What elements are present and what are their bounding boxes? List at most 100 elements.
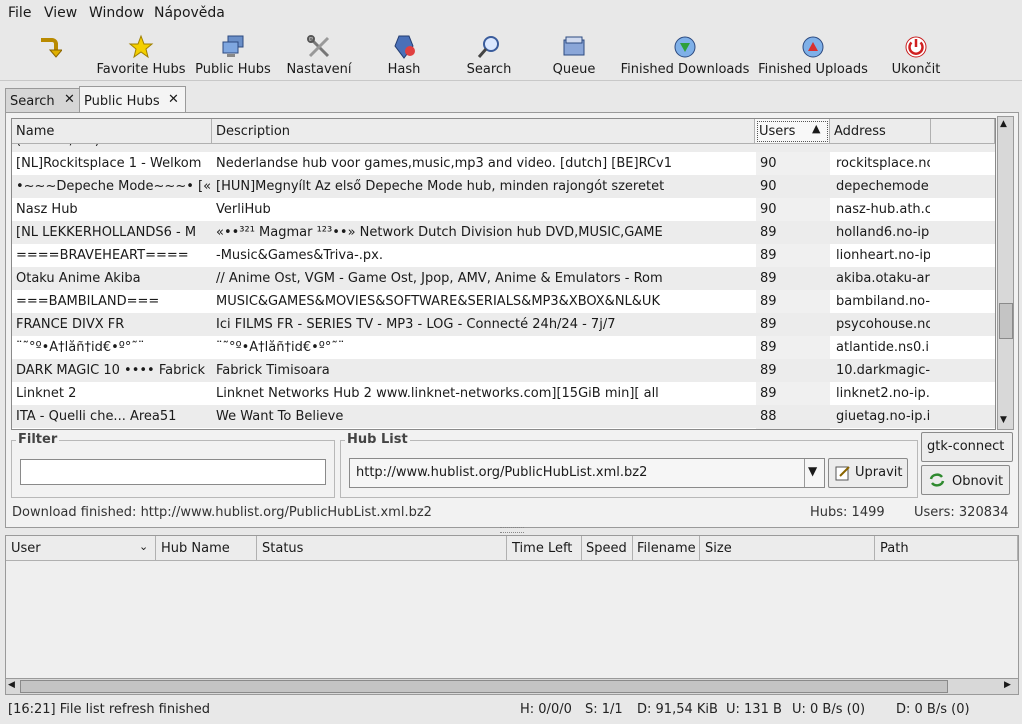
hublist-select[interactable]: http://www.hublist.org/PublicHubList.xml…	[349, 458, 825, 488]
hub-users: 89	[760, 317, 777, 332]
table-row[interactable]: Otaku Anime Akiba // Anime Ost, VGM - Ga…	[12, 267, 995, 290]
hub-users: 89	[760, 386, 777, 401]
hub-table: Name Description Users ▲ Address (~~~ ~,…	[11, 118, 996, 430]
scroll-left-icon[interactable]: ◀	[8, 680, 15, 690]
refresh-label: Obnovit	[952, 474, 1004, 489]
filter-title: Filter	[16, 432, 60, 447]
column-header-address[interactable]: Address	[830, 119, 931, 144]
table-row[interactable]: (~~~ ~,~~) ~ ~~~ ~~~~~~ ~ ~~~~~ ~ ~~~~~ …	[12, 144, 995, 152]
search-button[interactable]: Search	[462, 28, 516, 78]
table-row[interactable]: Linknet 2 Linknet Networks Hub 2 www.lin…	[12, 382, 995, 405]
menubar: File View Window Nápověda	[0, 0, 1022, 26]
scroll-up-icon[interactable]: ▲	[1000, 119, 1007, 129]
toolbar: Favorite Hubs Public Hubs Nastavení Hash…	[0, 28, 1022, 81]
scroll-right-icon[interactable]: ▶	[1004, 680, 1011, 690]
hash-icon	[394, 35, 415, 59]
table-row[interactable]: ITA - Quelli che... Area51 We Want To Be…	[12, 405, 995, 428]
quit-button[interactable]: Ukončit	[888, 28, 944, 78]
menu-window[interactable]: Window	[89, 5, 144, 21]
column-header-time-left-label: Time Left	[512, 541, 573, 556]
column-header-name[interactable]: Name	[12, 119, 212, 144]
statusbar: [16:21] File list refresh finished H: 0/…	[0, 698, 1022, 724]
hublist-title: Hub List	[345, 432, 410, 447]
close-icon[interactable]: ✕	[64, 92, 75, 107]
column-header-size[interactable]: Size	[700, 536, 875, 561]
queue-button[interactable]: Queue	[550, 28, 598, 78]
menu-help[interactable]: Nápověda	[154, 5, 225, 21]
tab-public-hubs[interactable]: Public Hubs ✕	[79, 86, 186, 114]
hub-address: depechemode.	[836, 179, 930, 194]
close-icon[interactable]: ✕	[168, 92, 179, 107]
hub-name: [NL LEKKERHOLLANDS6 - M	[16, 225, 197, 240]
menu-help-label: Nápověda	[154, 5, 225, 21]
table-row[interactable]: ¨˜°º•Á†låñ†id€•º°˜¨ ¨˜°º•Á†låñ†id€•º°˜¨ …	[12, 336, 995, 359]
status-message: [16:21] File list refresh finished	[8, 702, 210, 717]
queue-label: Queue	[552, 62, 596, 77]
filter-input[interactable]	[20, 459, 326, 485]
connect-hub-button[interactable]: gtk-connect	[921, 432, 1013, 462]
users-count: Users: 320834	[914, 505, 1009, 520]
finished-downloads-label: Finished Downloads	[620, 62, 750, 77]
column-header-speed[interactable]: Speed	[582, 536, 633, 561]
refresh-button[interactable]: Obnovit	[921, 465, 1010, 495]
table-row[interactable]: [NL]Rockitsplace 1 - Welkom Nederlandse …	[12, 152, 995, 175]
table-row[interactable]: ===BAMBILAND=== MUSIC&GAMES&MOVIES&SOFTW…	[12, 290, 995, 313]
finished-uploads-label: Finished Uploads	[758, 62, 868, 77]
scrollbar-thumb[interactable]	[20, 680, 948, 693]
finished-downloads-button[interactable]: Finished Downloads	[618, 28, 752, 78]
finished-uploads-button[interactable]: Finished Uploads	[756, 28, 870, 78]
hublist-selected-value: http://www.hublist.org/PublicHubList.xml…	[356, 465, 648, 480]
tab-search[interactable]: Search ✕	[5, 88, 80, 113]
menu-file[interactable]: File	[8, 5, 31, 21]
scrollbar-thumb[interactable]	[999, 303, 1013, 339]
column-header-user[interactable]: User ⌄	[6, 536, 156, 561]
favorite-hubs-button[interactable]: Favorite Hubs	[94, 28, 188, 78]
column-header-hub-name[interactable]: Hub Name	[156, 536, 257, 561]
scroll-down-icon[interactable]: ▼	[1000, 415, 1007, 425]
pane-splitter-handle[interactable]	[500, 527, 524, 533]
chevron-down-icon[interactable]: ▼	[808, 464, 817, 478]
hub-address: giuetag.no-ip.i	[836, 409, 930, 424]
column-header-filename[interactable]: Filename	[633, 536, 700, 561]
hub-table-scrollbar[interactable]: ▲ ▼	[997, 116, 1014, 430]
hub-description: «••³²¹ Magmar ¹²³••» Network Dutch Divis…	[216, 225, 663, 240]
hub-users: 90	[760, 179, 777, 194]
hash-button[interactable]: Hash	[378, 28, 430, 78]
status-downloaded: D: 91,54 KiB	[637, 702, 718, 717]
filter-frame: Filter	[11, 432, 335, 498]
connect-button[interactable]	[24, 28, 74, 78]
table-row[interactable]: •~~~Depeche Mode~~~• [« [HUN]Megnyílt Az…	[12, 175, 995, 198]
column-header-description[interactable]: Description	[212, 119, 755, 144]
hub-address: nasz-hub.ath.c	[836, 202, 930, 217]
hub-address: linknet2.no-ip.	[836, 386, 930, 401]
select-divider	[804, 459, 805, 487]
public-hubs-label: Public Hubs	[195, 62, 271, 77]
transfers-scrollbar[interactable]: ◀ ▶	[5, 678, 1019, 695]
column-header-time-left[interactable]: Time Left	[507, 536, 582, 561]
hub-address: ~~~~~~~~~~~~	[836, 144, 930, 148]
settings-label: Nastavení	[286, 62, 352, 77]
column-header-address-label: Address	[834, 124, 886, 139]
table-row[interactable]: [NL LEKKERHOLLANDS6 - M «••³²¹ Magmar ¹²…	[12, 221, 995, 244]
public-hubs-button[interactable]: Public Hubs	[193, 28, 273, 78]
table-row[interactable]: Nasz Hub VerliHub 90 nasz-hub.ath.c	[12, 198, 995, 221]
column-header-users[interactable]: Users ▲	[755, 119, 830, 144]
table-row[interactable]: ====BRAVEHEART==== -Music&Games&Triva-.p…	[12, 244, 995, 267]
hub-description: VerliHub	[216, 202, 271, 217]
power-icon	[905, 36, 927, 58]
column-header-status[interactable]: Status	[257, 536, 507, 561]
edit-hublist-button[interactable]: Upravit	[828, 458, 908, 488]
column-header-path[interactable]: Path	[875, 536, 1018, 561]
hub-address: holland6.no-ip	[836, 225, 930, 240]
edit-hublist-label: Upravit	[855, 465, 903, 480]
connect-arrow-icon	[41, 38, 62, 58]
table-row[interactable]: FRANCE DIVX FR Ici FILMS FR - SERIES TV …	[12, 313, 995, 336]
column-header-description-label: Description	[216, 124, 291, 139]
settings-button[interactable]: Nastavení	[282, 28, 356, 78]
hub-address: bambiland.no-i	[836, 294, 930, 309]
download-status-text: Download finished: http://www.hublist.or…	[12, 505, 432, 520]
chevron-down-icon[interactable]: ⌄	[139, 540, 148, 553]
menu-view[interactable]: View	[44, 5, 77, 21]
table-row[interactable]: DARK MAGIC 10 •••• Fabrick Fabrick Timis…	[12, 359, 995, 382]
menu-file-label: File	[8, 5, 32, 21]
